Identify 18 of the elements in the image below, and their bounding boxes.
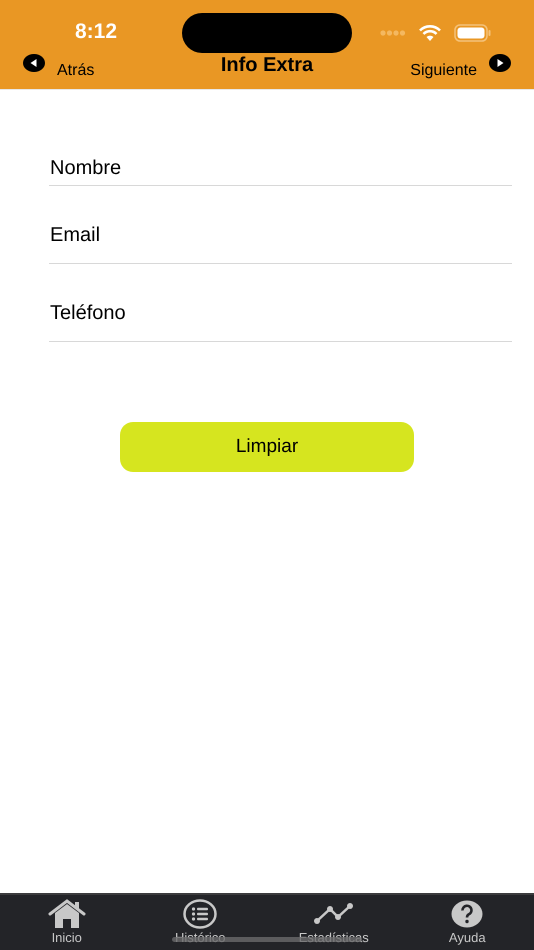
help-icon xyxy=(451,899,484,929)
home-icon xyxy=(48,899,86,929)
list-icon xyxy=(183,899,218,929)
battery-icon xyxy=(454,24,492,42)
input-field[interactable]: Nombre xyxy=(49,130,512,186)
next-button[interactable]: Siguiente xyxy=(410,62,477,80)
tab-item[interactable]: Ayuda xyxy=(400,895,534,950)
input-field[interactable]: Teléfono xyxy=(49,264,512,342)
wifi-icon xyxy=(418,24,442,42)
forward-icon[interactable] xyxy=(489,54,511,72)
clear-button[interactable]: Limpiar xyxy=(120,422,414,472)
input-field[interactable]: Email xyxy=(49,186,512,264)
tab-item[interactable]: Inicio xyxy=(0,895,134,950)
signal-icon xyxy=(380,29,406,37)
back-button[interactable]: Atrás xyxy=(57,62,94,80)
status-time: 8:12 xyxy=(75,20,118,44)
back-icon[interactable] xyxy=(23,54,45,72)
screen-title: Info Extra xyxy=(220,54,314,76)
